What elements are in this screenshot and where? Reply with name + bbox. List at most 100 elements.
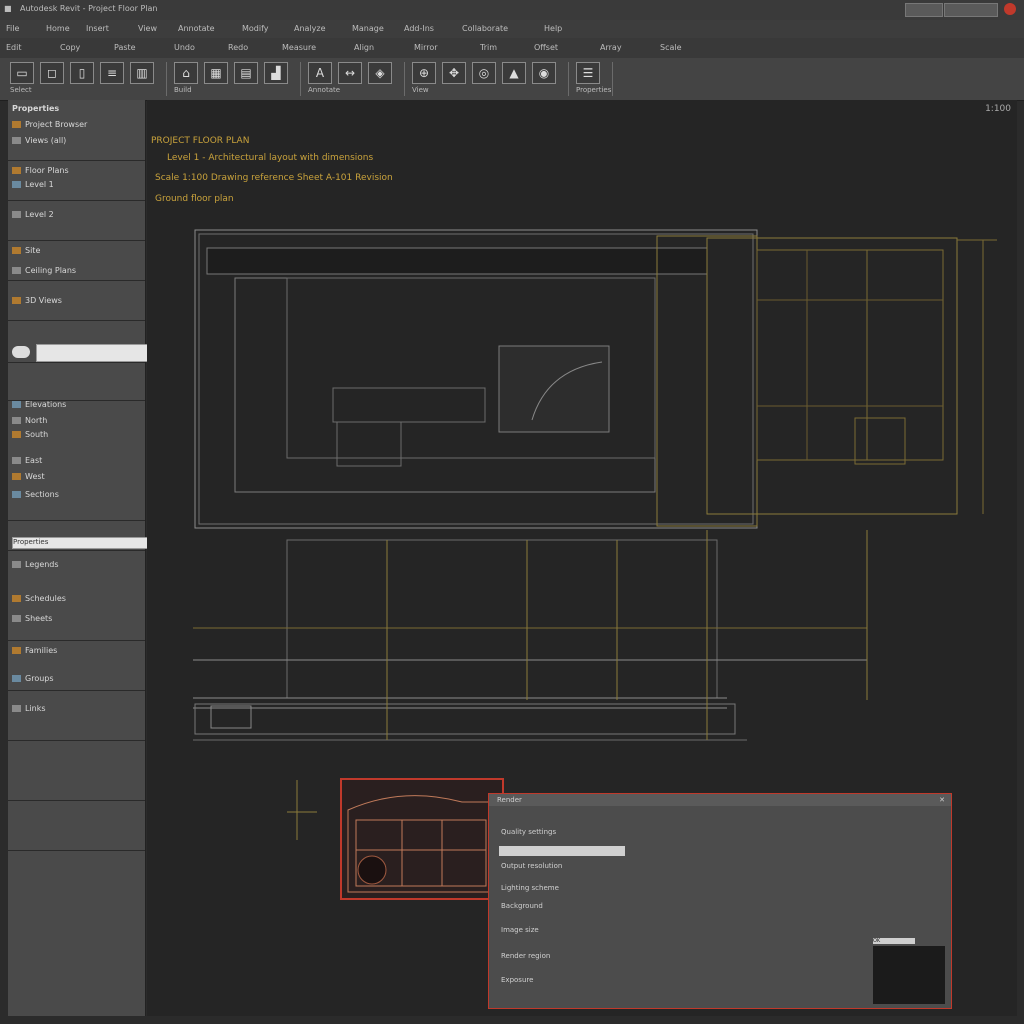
browser-item-label: Ceiling Plans xyxy=(25,266,77,275)
dialog-line: Render region xyxy=(501,952,551,960)
menu-view[interactable]: View xyxy=(138,24,157,33)
browser-item[interactable]: Sections xyxy=(12,490,140,504)
browser-item[interactable]: Level 1 xyxy=(12,180,140,194)
panel-divider xyxy=(8,280,145,281)
dialog-line: Quality settings xyxy=(501,828,557,836)
folder-icon xyxy=(12,417,21,424)
zoom-icon[interactable]: ⊕ xyxy=(412,62,436,84)
browser-item[interactable]: Legends xyxy=(12,560,140,574)
tool-measure[interactable]: Measure xyxy=(282,43,316,52)
menu-add-ins[interactable]: Add-Ins xyxy=(404,24,434,33)
menu-analyze[interactable]: Analyze xyxy=(294,24,326,33)
quality-dropdown[interactable] xyxy=(499,846,625,856)
browser-item-label: Elevations xyxy=(25,400,67,409)
dimension-icon[interactable]: ↔ xyxy=(338,62,362,84)
browser-item[interactable]: Sheets xyxy=(12,614,140,628)
menu-annotate[interactable]: Annotate xyxy=(178,24,215,33)
menu-insert[interactable]: Insert xyxy=(86,24,109,33)
render-preview[interactable] xyxy=(340,778,504,900)
browser-item[interactable]: Floor Plans xyxy=(12,166,140,180)
column-icon[interactable]: ▥ xyxy=(130,62,154,84)
sign-in-field[interactable] xyxy=(944,3,998,17)
label-box xyxy=(210,705,252,729)
tool-edit[interactable]: Edit xyxy=(6,43,22,52)
render-icon[interactable]: ◉ xyxy=(532,62,556,84)
browser-item[interactable]: 3D Views xyxy=(12,296,140,310)
section-icon[interactable]: ▲ xyxy=(502,62,526,84)
filter-field[interactable]: Properties xyxy=(12,537,150,549)
ribbon-separator xyxy=(568,62,569,96)
ceiling-icon[interactable]: ▤ xyxy=(234,62,258,84)
menu-help[interactable]: Help xyxy=(544,24,562,33)
search-icon[interactable] xyxy=(12,346,30,358)
browser-item-label: Sections xyxy=(25,490,59,499)
menu-file[interactable]: File xyxy=(6,24,19,33)
tool-redo[interactable]: Redo xyxy=(228,43,248,52)
ok-button[interactable]: OK xyxy=(873,938,915,944)
tag-icon[interactable]: ◈ xyxy=(368,62,392,84)
folder-icon xyxy=(12,457,21,464)
roof-icon[interactable]: ⌂ xyxy=(174,62,198,84)
window-icon[interactable]: ◻ xyxy=(40,62,64,84)
search-field[interactable] xyxy=(36,344,150,362)
browser-item[interactable]: Schedules xyxy=(12,594,140,608)
floor-icon[interactable]: ▦ xyxy=(204,62,228,84)
tool-paste[interactable]: Paste xyxy=(114,43,136,52)
tool-array[interactable]: Array xyxy=(600,43,622,52)
door-icon[interactable]: ▯ xyxy=(70,62,94,84)
menu-modify[interactable]: Modify xyxy=(242,24,269,33)
browser-item-label: Project Browser xyxy=(25,120,88,129)
tool-undo[interactable]: Undo xyxy=(174,43,195,52)
closet xyxy=(336,421,402,467)
panel-divider xyxy=(8,362,145,363)
browser-item[interactable]: Views (all) xyxy=(12,136,140,150)
select-icon[interactable]: ▭ xyxy=(10,62,34,84)
browser-item[interactable]: Families xyxy=(12,646,140,660)
properties-icon[interactable]: ☰ xyxy=(576,62,600,84)
tool-trim[interactable]: Trim xyxy=(480,43,497,52)
browser-item[interactable]: West xyxy=(12,472,140,486)
browser-item-label: Sheets xyxy=(25,614,53,623)
browser-item[interactable]: North xyxy=(12,416,140,430)
pan-icon[interactable]: ✥ xyxy=(442,62,466,84)
output-preview xyxy=(873,946,945,1004)
browser-item[interactable]: Project Browser xyxy=(12,120,140,134)
wall-icon[interactable]: ≡ xyxy=(100,62,124,84)
folder-icon xyxy=(12,121,21,128)
folder-icon xyxy=(12,211,21,218)
dialog-line: Background xyxy=(501,902,543,910)
tool-scale[interactable]: Scale xyxy=(660,43,682,52)
folder-icon xyxy=(12,247,21,254)
tool-offset[interactable]: Offset xyxy=(534,43,558,52)
panel-divider xyxy=(8,550,145,551)
browser-item[interactable]: Level 2 xyxy=(12,210,140,224)
tool-mirror[interactable]: Mirror xyxy=(414,43,438,52)
menu-manage[interactable]: Manage xyxy=(352,24,384,33)
menu-home[interactable]: Home xyxy=(46,24,70,33)
browser-item-label: Families xyxy=(25,646,58,655)
browser-item[interactable]: Groups xyxy=(12,674,140,688)
panel-divider xyxy=(8,740,145,741)
search-input[interactable] xyxy=(905,3,943,17)
menu-collaborate[interactable]: Collaborate xyxy=(462,24,508,33)
app-logo[interactable]: ■ xyxy=(4,4,12,13)
browser-item[interactable]: Elevations xyxy=(12,400,140,414)
browser-item[interactable]: South xyxy=(12,430,140,444)
close-icon[interactable] xyxy=(1004,3,1016,15)
stair-icon[interactable]: ▟ xyxy=(264,62,288,84)
orbit-icon[interactable]: ◎ xyxy=(472,62,496,84)
tool-copy[interactable]: Copy xyxy=(60,43,80,52)
browser-item[interactable]: Ceiling Plans xyxy=(12,266,140,280)
browser-item[interactable]: Links xyxy=(12,704,140,718)
dialog-line: Image size xyxy=(501,926,539,934)
close-icon[interactable]: ✕ xyxy=(939,796,945,804)
browser-item[interactable]: East xyxy=(12,456,140,470)
panel-divider xyxy=(8,640,145,641)
ribbon-group-label: View xyxy=(412,86,429,94)
stair-block xyxy=(498,345,610,433)
panel-divider xyxy=(8,520,145,521)
dialog-line: Output resolution xyxy=(501,862,563,870)
tool-align[interactable]: Align xyxy=(354,43,374,52)
browser-item[interactable]: Site xyxy=(12,246,140,260)
text-icon[interactable]: A xyxy=(308,62,332,84)
